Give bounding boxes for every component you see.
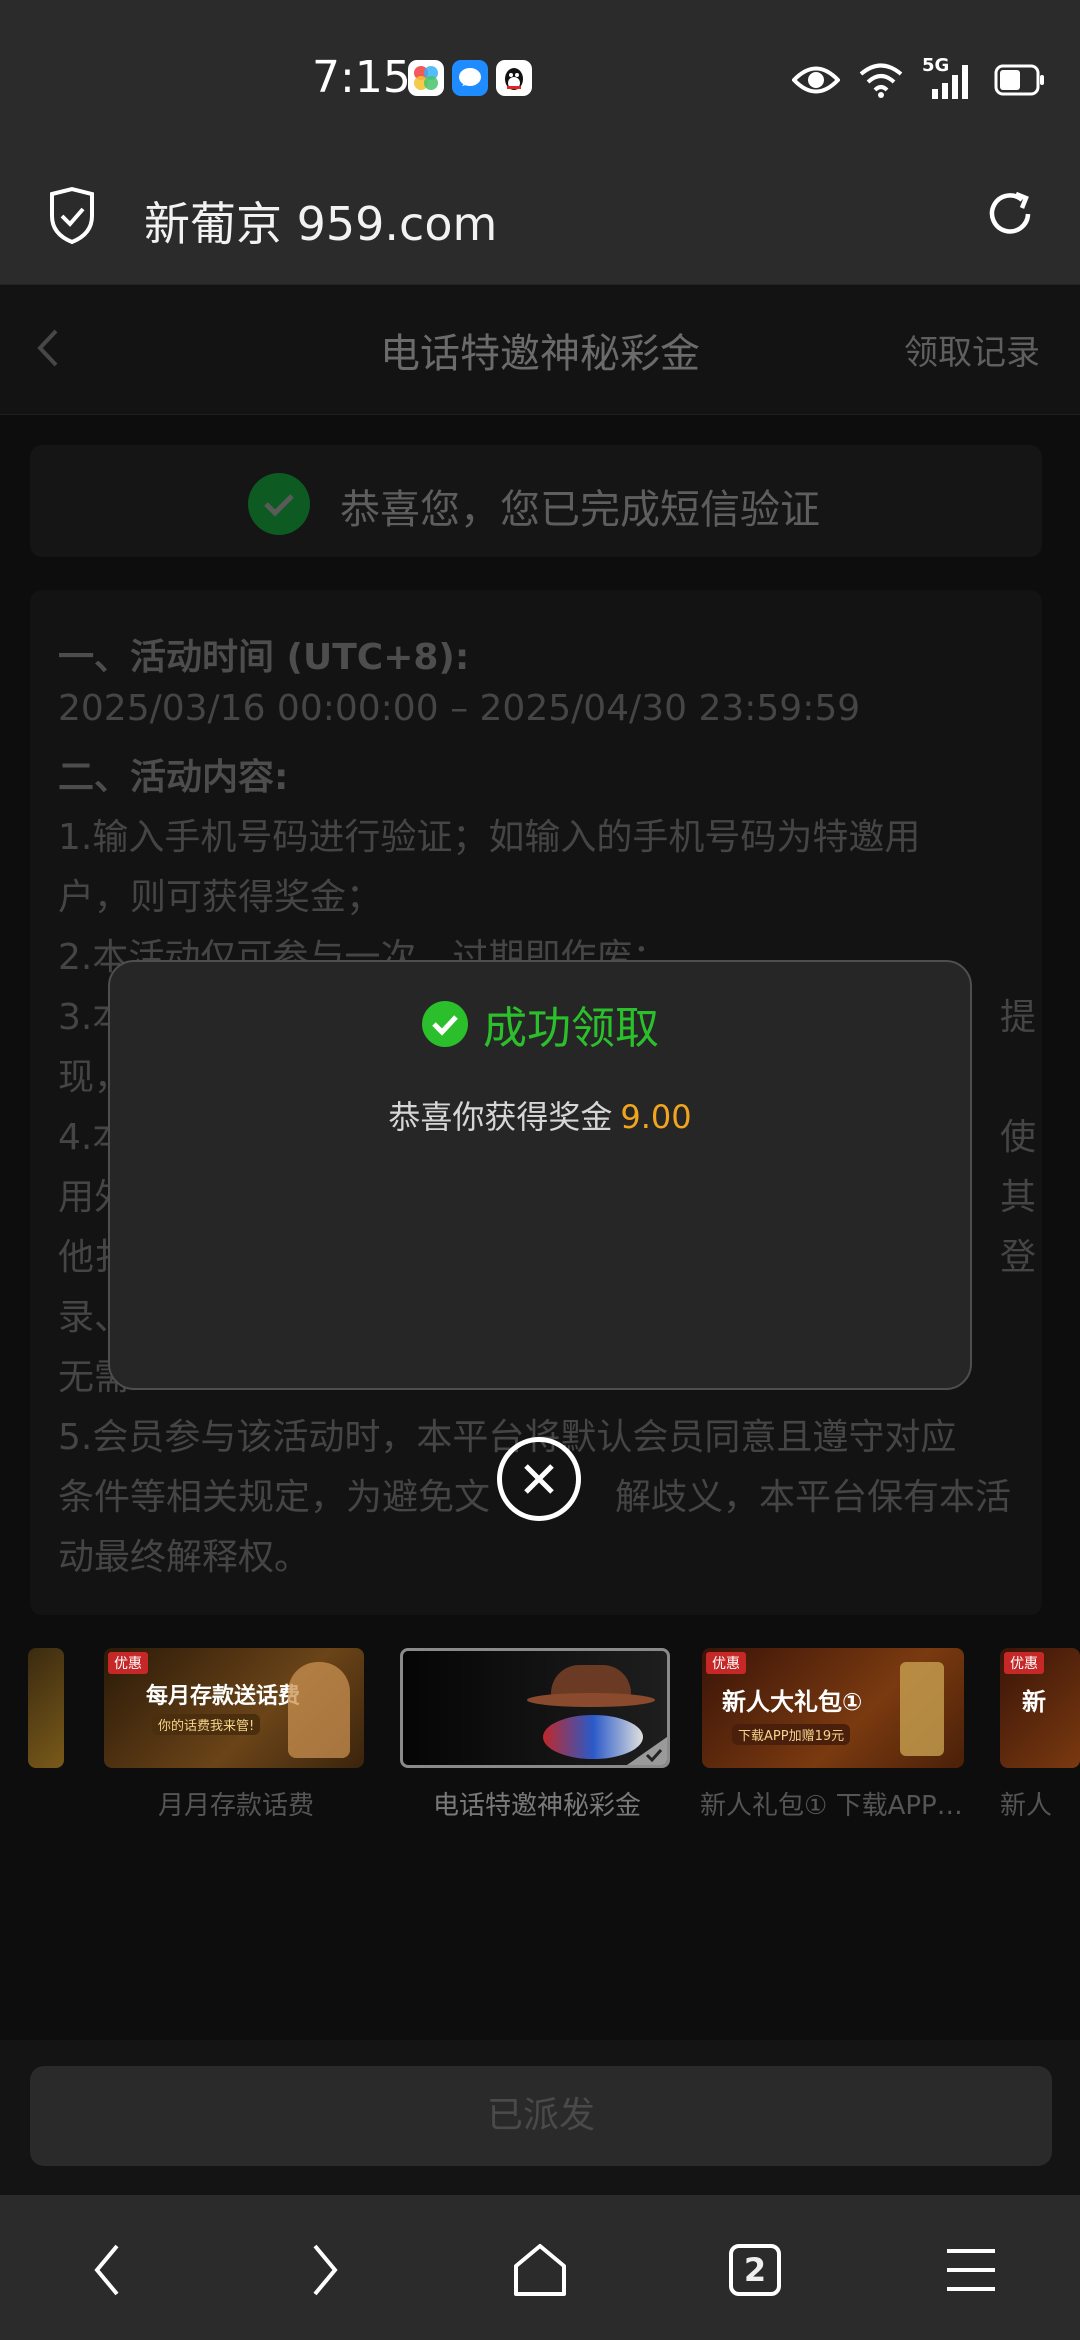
check-circle-icon: [248, 473, 310, 535]
tab-count: 2: [743, 2251, 767, 2289]
selected-check-icon: [627, 1737, 667, 1765]
promo-trophy: [900, 1662, 944, 1756]
forward-icon[interactable]: [290, 2235, 360, 2305]
browser-nav-bar: 2: [0, 2195, 1080, 2340]
promo-hat-brim: [527, 1693, 655, 1707]
reload-icon[interactable]: [982, 186, 1038, 246]
verify-text: 恭喜您，您已完成短信验证: [340, 487, 820, 533]
claim-record-link[interactable]: 领取记录: [904, 325, 1040, 374]
promo-thumb-label-selected: 电话特邀神秘彩金: [433, 1791, 642, 1821]
promo-sub-text: 下载APP加赠19元: [732, 1724, 851, 1745]
message-app-icon: [452, 60, 488, 96]
rules-line: 提: [1000, 997, 1037, 1038]
status-icons: 5G: [792, 55, 1046, 102]
rules-line: 其: [1000, 1177, 1037, 1218]
rules-line: 一、活动时间 (UTC+8):: [58, 637, 470, 678]
rules-line: 二、活动内容:: [58, 757, 289, 798]
promo-thumb[interactable]: 优惠 新: [1000, 1648, 1080, 1768]
rules-line: 条件等相关规定，为避免文: [58, 1477, 491, 1518]
promo-thumb[interactable]: 优惠 新人大礼包① 下载APP加赠19元: [702, 1648, 964, 1768]
modal-header: 成功领取: [110, 992, 970, 1056]
modal-message: 恭喜你获得奖金 9.00: [110, 1092, 970, 1138]
promo-thumb-label: 月月存款话费: [158, 1791, 315, 1821]
promo-tag: 优惠: [108, 1652, 148, 1674]
promo-tag: 优惠: [706, 1652, 746, 1674]
promo-banner-text: 每月存款送话费: [146, 1684, 301, 1709]
rules-line: 2025/03/16 00:00:00 – 2025/04/30 23:59:5…: [58, 688, 861, 729]
rules-line: 解歧义，本平台保有本活: [615, 1477, 1012, 1518]
page-header: 电话特邀神秘彩金 领取记录: [0, 285, 1080, 415]
verify-banner: 恭喜您，您已完成短信验证: [30, 445, 1042, 557]
shield-check-icon[interactable]: [46, 186, 98, 250]
promo-thumb[interactable]: 优惠 每月存款送话费 你的话费我来管!: [104, 1648, 364, 1768]
modal-message-text: 恭喜你获得奖金: [388, 1098, 613, 1136]
menu-icon[interactable]: [936, 2235, 1006, 2305]
close-icon: [524, 1464, 554, 1494]
promo-tag: 优惠: [1004, 1652, 1044, 1674]
wifi-icon: [859, 63, 903, 98]
modal-title: 成功领取: [483, 1003, 659, 1054]
promo-carousel: 优惠 每月存款送话费 你的话费我来管! 月月存款话费 电话特邀神秘彩金 优惠 新…: [0, 1640, 1080, 1840]
promo-thumb[interactable]: [28, 1648, 64, 1768]
signal-icon: 5G: [922, 55, 976, 101]
gallery-app-icon: [408, 60, 444, 96]
tabs-icon[interactable]: 2: [720, 2235, 790, 2305]
url-text[interactable]: 新葡京 959.com: [144, 188, 497, 254]
qq-app-icon: [496, 60, 532, 96]
eye-icon: [792, 66, 840, 94]
success-check-icon: [422, 1001, 468, 1047]
success-modal: 成功领取 恭喜你获得奖金 9.00: [108, 960, 972, 1390]
bonus-amount: 9.00: [620, 1098, 692, 1136]
promo-character: [288, 1662, 350, 1758]
dispatched-button[interactable]: 已派发: [30, 2066, 1052, 2166]
back-icon[interactable]: [72, 2235, 142, 2305]
rules-line: 登: [1000, 1237, 1037, 1278]
promo-banner-text: 新人大礼包①: [722, 1688, 863, 1716]
promo-sub-text: 你的话费我来管!: [152, 1714, 261, 1735]
clock: 7:15: [312, 52, 411, 103]
browser-url-bar: 新葡京 959.com: [0, 160, 1080, 285]
rules-line: 使: [1000, 1117, 1037, 1158]
rules-line: 1.输入手机号码进行验证；如输入的手机号码为特邀用: [58, 817, 921, 858]
rules-line: 动最终解释权。: [58, 1537, 311, 1578]
promo-thumb-label: 新人: [1000, 1791, 1053, 1821]
promo-thumb-selected[interactable]: [400, 1648, 670, 1768]
bottom-action-area: 已派发: [0, 2040, 1080, 2195]
promo-thumb-label: 新人礼包① 下载APP…: [700, 1791, 963, 1821]
status-bar: 7:15 5G: [0, 0, 1080, 160]
modal-close-button[interactable]: [497, 1437, 581, 1521]
promo-banner-text: 新: [1022, 1688, 1046, 1716]
home-icon[interactable]: [505, 2235, 575, 2305]
rules-line: 户，则可获得奖金；: [58, 877, 383, 918]
battery-icon: [994, 64, 1044, 96]
